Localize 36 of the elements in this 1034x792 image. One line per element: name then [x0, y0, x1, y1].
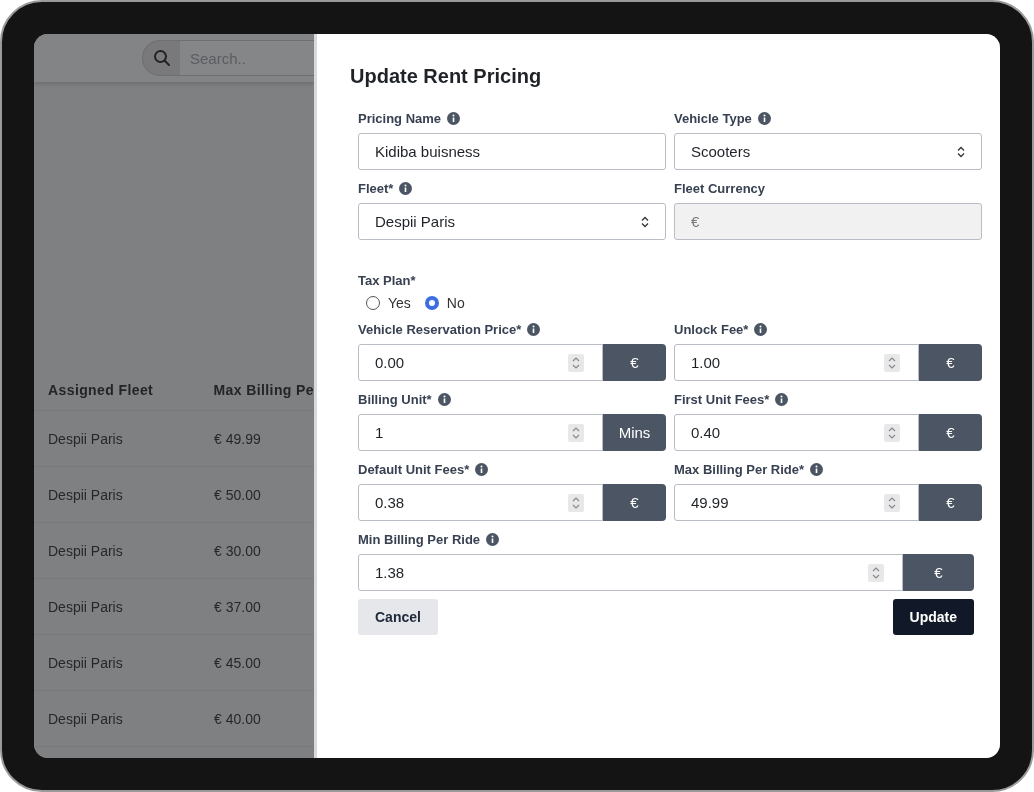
radio-label: Yes: [388, 295, 411, 311]
table-cell-text: Despii Paris: [48, 486, 124, 503]
table-cell: € 37.00: [214, 598, 261, 615]
column-header: Assigned Fleet: [48, 382, 155, 398]
radio-label: No: [446, 295, 465, 311]
table-cell-text: Despii Paris: [48, 710, 124, 727]
unit-addon: €: [919, 344, 982, 381]
table-cell-text: Despii Paris: [48, 654, 124, 671]
field-label: Max Billing Per Ride*: [674, 461, 805, 477]
unit-addon: €: [603, 484, 666, 521]
field-label: Vehicle Reservation Price*: [358, 321, 522, 337]
readonly-field: €: [674, 203, 982, 240]
table-cell-text: Despii Paris: [48, 430, 124, 447]
field-label: Default Unit Fees*: [358, 461, 470, 477]
unit-addon: €: [903, 554, 974, 591]
field-label: Fleet Currency: [674, 180, 766, 196]
unit-addon: €: [603, 344, 666, 381]
table-cell: € 50.00: [214, 486, 261, 503]
field-label: First Unit Fees*: [674, 391, 770, 407]
column-header: Max Billing Pe: [213, 382, 314, 398]
field-label: Vehicle Type: [674, 110, 752, 126]
table-cell: € 45.00: [214, 654, 261, 671]
unit-addon: €: [919, 414, 982, 451]
unit-addon: €: [919, 484, 982, 521]
field-label: Pricing Name: [358, 110, 442, 126]
field-label: Tax Plan*: [358, 272, 416, 288]
field-label: Fleet*: [358, 180, 394, 196]
table-cell: € 30.00: [214, 542, 261, 559]
field-label: Billing Unit*: [358, 391, 432, 407]
table-cell: € 40.00: [214, 710, 261, 727]
field-label: Unlock Fee*: [674, 321, 749, 337]
table-cell: € 49.99: [214, 430, 261, 447]
unit-addon: Mins: [603, 414, 666, 451]
table-cell-text: Despii Paris: [48, 542, 124, 559]
field-label: Min Billing Per Ride: [358, 531, 481, 547]
table-cell-text: Despii Paris: [48, 598, 124, 615]
